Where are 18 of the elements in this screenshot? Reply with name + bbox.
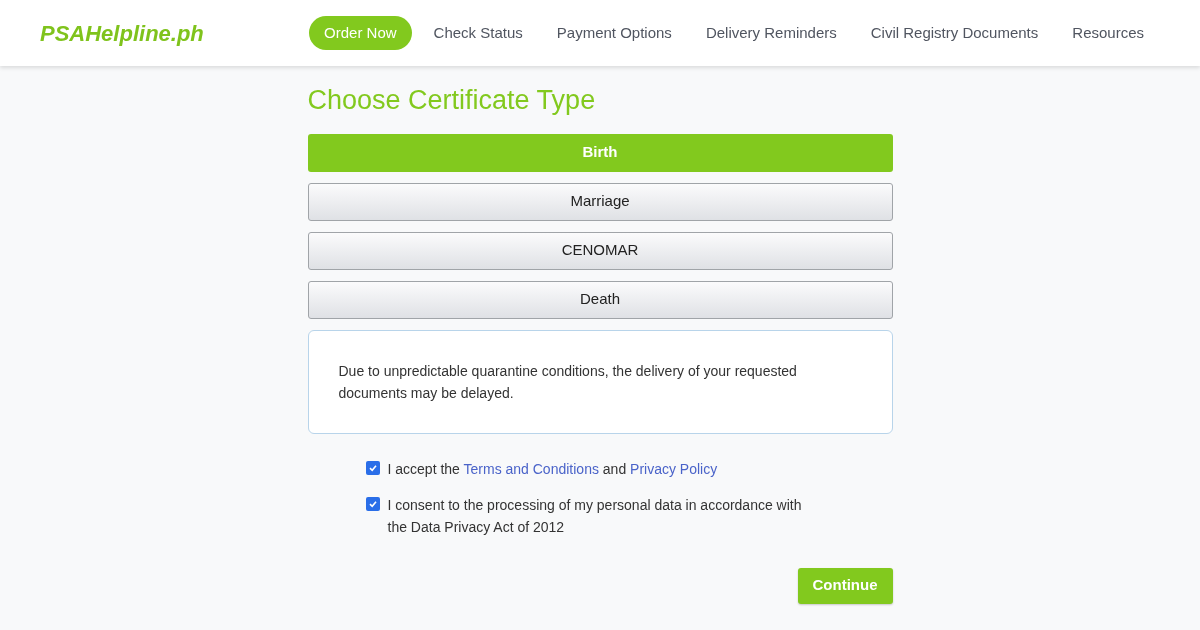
certificate-option[interactable]: Death xyxy=(307,280,893,319)
policy-link[interactable]: Privacy Policy xyxy=(630,460,718,477)
checkbox[interactable] xyxy=(365,460,380,475)
notice-text: Due to unpredictable quarantine conditions, the delivery of your requested documents may be delayed. xyxy=(338,361,798,403)
certificate-option[interactable]: Marriage xyxy=(307,182,893,221)
nav-link[interactable]: Delivery Reminders xyxy=(689,15,853,51)
policy-link[interactable]: Terms and Conditions xyxy=(463,460,599,477)
nav-link[interactable]: Resources xyxy=(1056,15,1160,51)
nav-link[interactable]: Payment Options xyxy=(540,15,688,51)
nav-link[interactable]: Check Status xyxy=(417,15,539,51)
agreement-text: I accept the Terms and Conditions and Privacy Policy xyxy=(387,459,719,479)
check-icon xyxy=(367,498,378,509)
check-icon xyxy=(367,462,378,473)
page-title: Choose Certificate Type xyxy=(307,84,597,117)
checkbox[interactable] xyxy=(365,496,380,511)
agreement-text: I consent to the processing of my personal data in accordance with the Data Privacy Act of 2012 xyxy=(387,495,803,537)
nav-link[interactable]: Civil Registry Documents xyxy=(854,15,1055,51)
certificate-option[interactable]: CENOMAR xyxy=(307,231,893,270)
